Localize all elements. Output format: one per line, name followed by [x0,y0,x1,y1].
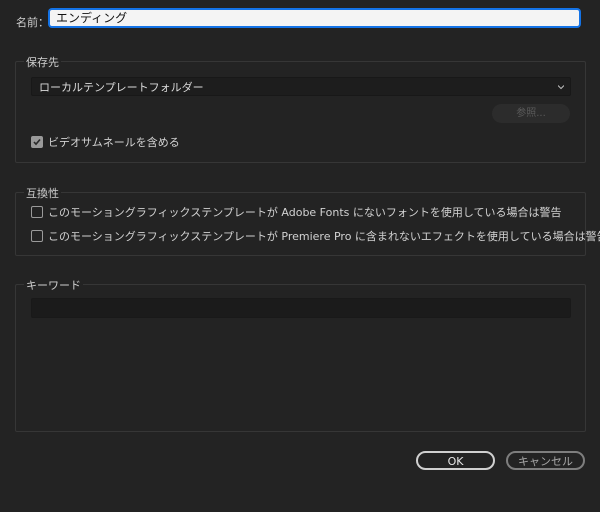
keywords-group: キーワード [15,277,586,432]
destination-select[interactable]: ローカルテンプレートフォルダー [31,77,571,96]
keywords-input[interactable] [31,298,571,318]
warn-adobe-fonts-checkbox[interactable] [31,206,43,218]
export-template-dialog: 名前： 保存先 ローカルテンプレートフォルダー 参照... ビデオサムネールを含… [0,0,600,512]
include-thumbnail-row[interactable]: ビデオサムネールを含める [31,134,180,150]
cancel-button[interactable]: キャンセル [506,451,585,470]
keywords-title: キーワード [24,277,83,293]
chevron-down-icon [558,85,564,90]
include-thumbnail-checkbox[interactable] [31,136,43,148]
warn-premiere-effects-label: このモーショングラフィックステンプレートが Premiere Pro に含まれな… [48,230,600,243]
name-label: 名前： [16,16,49,29]
compatibility-group: 互換性 このモーショングラフィックステンプレートが Adobe Fonts にな… [15,185,600,256]
warn-premiere-effects-checkbox[interactable] [31,230,43,242]
name-row: 名前： [16,9,580,30]
destination-title: 保存先 [24,54,61,70]
destination-selected-value: ローカルテンプレートフォルダー [39,81,204,94]
compatibility-title: 互換性 [24,185,61,201]
warn-adobe-fonts-row[interactable]: このモーショングラフィックステンプレートが Adobe Fonts にないフォン… [31,204,562,220]
destination-group: 保存先 ローカルテンプレートフォルダー 参照... ビデオサムネールを含める [15,54,586,163]
warn-premiere-effects-row[interactable]: このモーショングラフィックステンプレートが Premiere Pro に含まれな… [31,228,600,244]
name-input[interactable] [49,9,580,27]
include-thumbnail-label: ビデオサムネールを含める [48,136,180,149]
warn-adobe-fonts-label: このモーショングラフィックステンプレートが Adobe Fonts にないフォン… [48,206,562,219]
ok-button[interactable]: OK [416,451,495,470]
checkmark-icon [33,138,41,146]
browse-button[interactable]: 参照... [492,104,570,123]
